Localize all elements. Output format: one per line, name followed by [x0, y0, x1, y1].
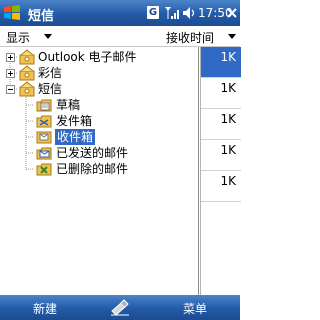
account-icon — [19, 49, 35, 65]
tree-item-label: 已发送的邮件 — [56, 146, 129, 160]
tree-item-label: 收件箱 — [55, 129, 96, 145]
message-size: 1K — [220, 143, 236, 157]
message-size: 1K — [220, 174, 236, 188]
chevron-down-icon[interactable] — [44, 34, 52, 39]
tree-item-label: 短信 — [38, 82, 63, 96]
list-item[interactable]: 1K — [201, 171, 241, 202]
volume-icon[interactable] — [182, 5, 196, 21]
chevron-down-icon[interactable] — [228, 34, 236, 39]
filter-bar: 显示 接收时间 — [0, 26, 240, 47]
collapse-icon[interactable] — [6, 85, 15, 94]
keyboard-icon[interactable] — [109, 299, 131, 316]
tree-item-outbox[interactable]: 发件箱 — [0, 113, 190, 129]
expand-icon[interactable] — [6, 69, 15, 78]
show-menu[interactable]: 显示 — [6, 29, 30, 46]
account-icon — [19, 65, 35, 81]
message-size: 1K — [220, 81, 236, 95]
folder-tree: Outlook 电子邮件 彩信 短信 草稿 发件箱 收件箱 已发送的邮件 已删除… — [0, 47, 199, 296]
deleted-icon — [36, 163, 52, 176]
message-size: 1K — [220, 112, 236, 126]
account-icon — [19, 81, 35, 97]
tree-item-label: Outlook 电子邮件 — [38, 50, 137, 64]
title-bar: 短信 G 17:50 — [0, 0, 240, 26]
sort-menu[interactable]: 接收时间 — [166, 29, 214, 46]
list-item[interactable]: 1K — [201, 140, 241, 171]
windows-start-icon[interactable] — [2, 3, 22, 23]
new-button[interactable]: 新建 — [33, 300, 57, 317]
inbox-icon — [36, 131, 52, 144]
outbox-icon — [36, 115, 52, 128]
gprs-badge: G — [147, 6, 159, 19]
softkey-bar: 新建 菜单 — [0, 295, 240, 320]
tree-item-inbox[interactable]: 收件箱 — [0, 129, 190, 145]
tree-item-mms[interactable]: 彩信 — [0, 65, 190, 81]
window-title: 短信 — [28, 9, 55, 24]
sent-icon — [36, 147, 52, 160]
tree-item-sms[interactable]: 短信 — [0, 81, 190, 97]
tree-item-deleted[interactable]: 已删除的邮件 — [0, 161, 190, 177]
drafts-icon — [36, 99, 52, 112]
signal-icon[interactable] — [164, 5, 180, 21]
tree-item-sent[interactable]: 已发送的邮件 — [0, 145, 190, 161]
close-icon[interactable] — [226, 6, 238, 20]
message-size: 1K — [220, 50, 236, 64]
list-item[interactable]: 1K — [201, 78, 241, 109]
tree-item-label: 草稿 — [56, 98, 81, 112]
list-item[interactable]: 1K — [201, 109, 241, 140]
list-item[interactable]: 1K — [201, 47, 241, 78]
tree-item-outlook[interactable]: Outlook 电子邮件 — [0, 49, 190, 65]
tree-item-label: 已删除的邮件 — [56, 162, 129, 176]
message-list: 1K 1K 1K 1K 1K — [200, 47, 241, 295]
menu-button[interactable]: 菜单 — [183, 300, 207, 317]
tree-item-drafts[interactable]: 草稿 — [0, 97, 190, 113]
tree-item-label: 彩信 — [38, 66, 63, 80]
expand-icon[interactable] — [6, 53, 15, 62]
tree-item-label: 发件箱 — [56, 114, 93, 128]
